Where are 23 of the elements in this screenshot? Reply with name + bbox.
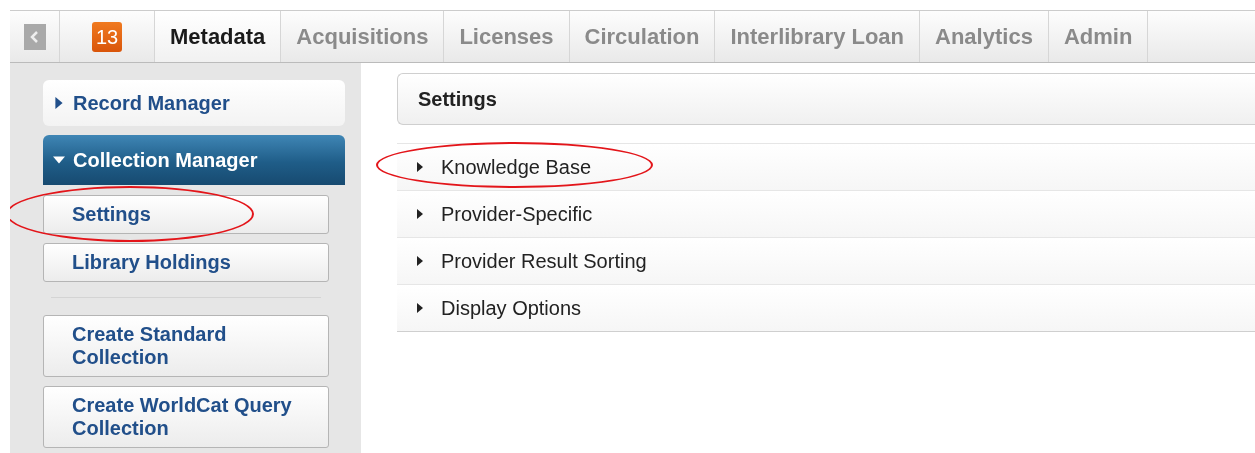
caret-right-icon <box>53 97 65 109</box>
caret-right-icon <box>415 256 425 266</box>
row-label: Knowledge Base <box>441 155 592 179</box>
row-label: Provider Result Sorting <box>441 249 647 273</box>
accordion-row[interactable]: Display Options <box>397 284 1255 332</box>
sidebar-button[interactable]: Create WorldCat Query Collection <box>43 386 329 448</box>
accordion-row[interactable]: Provider-Specific <box>397 190 1255 238</box>
nav-tab[interactable]: Metadata <box>155 11 282 62</box>
sidebar-button[interactable]: Create Standard Collection <box>43 315 329 377</box>
back-icon[interactable] <box>23 23 46 50</box>
accordion-row[interactable]: Knowledge Base <box>397 143 1255 191</box>
panel-title: Settings <box>397 73 1255 125</box>
accordion-row[interactable]: Provider Result Sorting <box>397 237 1255 285</box>
row-label: Provider-Specific <box>441 202 593 226</box>
row-label: Display Options <box>441 296 582 320</box>
sidebar-button[interactable]: Settings <box>43 195 329 234</box>
caret-right-icon <box>415 209 425 219</box>
sidebar-button[interactable]: Library Holdings <box>43 243 329 282</box>
caret-right-icon <box>415 162 425 172</box>
sidebar-section-header[interactable]: Collection Manager <box>43 135 345 185</box>
sidebar-section-header[interactable]: Record Manager <box>43 80 345 126</box>
caret-down-icon <box>53 154 65 166</box>
caret-right-icon <box>415 303 425 313</box>
